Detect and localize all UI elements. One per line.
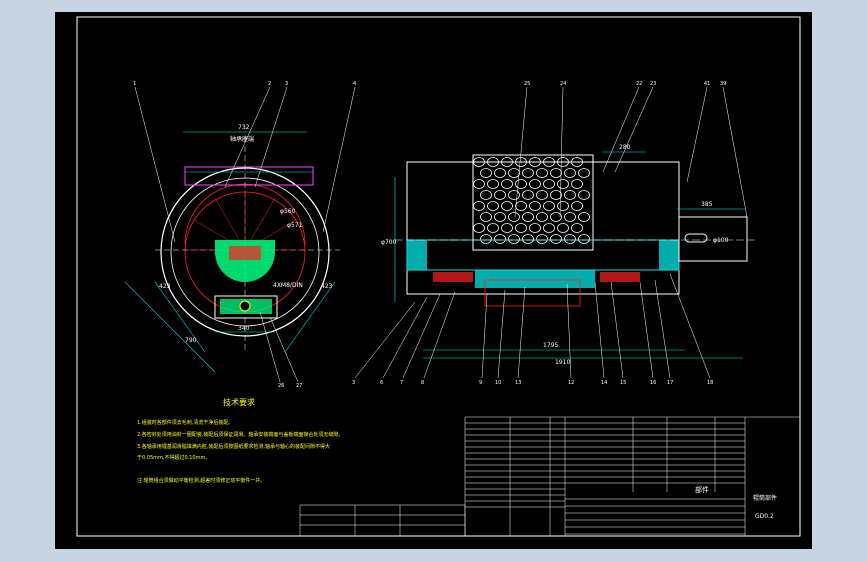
callout-bottom-1: 6 <box>380 380 383 386</box>
callout-top-0: 25 <box>524 81 530 87</box>
title-block: 部件 辊筒部件 GD0.2 <box>299 485 777 537</box>
cad-drawing-svg: 732 轴承座端 φ560 φ571 4XM8/DIN 340 423 4 2 3 … <box>76 16 801 537</box>
callout-top-4: 41 <box>704 81 710 87</box>
callouts-top: 25 24 22 23 41 39 <box>524 81 726 87</box>
callout-bottom-5: 10 <box>495 380 501 386</box>
callout-bottom-0: 3 <box>352 380 355 386</box>
tech-item-4: 于0.05mm,不得超过0.10mm。 <box>137 454 210 461</box>
callout-top-2: 22 <box>636 81 642 87</box>
cad-drawing-canvas: 732 轴承座端 φ560 φ571 4XM8/DIN 340 423 4 2 3 … <box>0 0 867 562</box>
callout-bottom-6: 13 <box>515 380 521 386</box>
tech-requirements: 技术要求 1.组装时各部件须去毛刺,清洗干净后装配。 2.各密封处须用油封一圈配… <box>137 397 343 484</box>
callout-bottom-4: 9 <box>479 380 482 386</box>
tech-note: 注:辊筒组合须做动平衡检测,超差时须修正动平衡件一并。 <box>137 477 265 484</box>
tech-heading: 技术要求 <box>223 397 255 407</box>
callout-bottom-10: 16 <box>650 380 656 386</box>
callout-top-5: 39 <box>720 81 726 87</box>
callout-bottom-12: 18 <box>707 380 713 386</box>
callout-left-4: 26 <box>278 383 284 389</box>
dim-diag-right: 423 <box>321 283 333 290</box>
right-section-view <box>354 86 755 379</box>
parts-list-table <box>464 416 801 537</box>
dim-phi-b: φ571 <box>287 222 303 229</box>
callout-bottom-2: 7 <box>400 380 403 386</box>
dim-total-a: 1795 <box>543 342 558 349</box>
callout-left-0: 1 <box>133 81 136 87</box>
dim-top-small: 280 <box>619 144 631 151</box>
tech-item-2: 2.各密封处须用油封一圈配装,装配后须保证润滑。轴承安装端面与盖板端面接合处须无… <box>137 431 343 438</box>
callout-left-2: 3 <box>285 81 288 87</box>
left-end-view <box>124 86 356 383</box>
dim-diag-left: 423 <box>159 283 171 290</box>
callout-bottom-8: 14 <box>601 380 607 386</box>
drawing-sheet: 732 轴承座端 φ560 φ571 4XM8/DIN 340 423 4 2 3 … <box>55 12 812 549</box>
dim-bottom-long: 790 <box>185 337 197 344</box>
dim-shaft-phi: φ100 <box>713 237 729 244</box>
callout-bottom-11: 17 <box>667 380 673 386</box>
dim-total-b: 1910 <box>555 359 570 366</box>
dim-bottom: 340 <box>238 325 250 332</box>
drawing-number: GD0.2 <box>755 513 774 520</box>
callout-left-5: 27 <box>296 383 302 389</box>
callout-top-3: 23 <box>650 81 656 87</box>
callout-bottom-9: 15 <box>620 380 626 386</box>
tech-item-1: 1.组装时各部件须去毛刺,清洗干净后装配。 <box>137 419 233 426</box>
callout-bottom-3: 8 <box>421 380 424 386</box>
callout-left-3: 4 <box>353 81 356 87</box>
assembly-label: 部件 <box>695 485 709 494</box>
dim-width-top: 732 <box>238 124 250 131</box>
callout-bottom-7: 12 <box>568 380 574 386</box>
dim-height: φ700 <box>381 239 397 246</box>
part-name: 辊筒部件 <box>753 494 777 502</box>
callout-left-1: 2 <box>268 81 271 87</box>
callouts-bottom: 3 6 7 8 9 10 13 12 14 15 16 17 18 <box>352 380 713 386</box>
dim-phi-c: 4XM8/DIN <box>273 282 303 289</box>
dim-label-top: 轴承座端 <box>230 135 254 143</box>
tech-item-3: 3.各轴承用锂基润滑脂填满内腔,装配后须按图纸要求检测,轴承与轴心的装配间隙不得… <box>137 443 330 450</box>
dim-shaft: 385 <box>701 201 713 208</box>
dim-phi-a: φ560 <box>280 208 296 215</box>
roller-mesh-pattern <box>473 157 590 244</box>
callout-top-1: 24 <box>560 81 566 87</box>
